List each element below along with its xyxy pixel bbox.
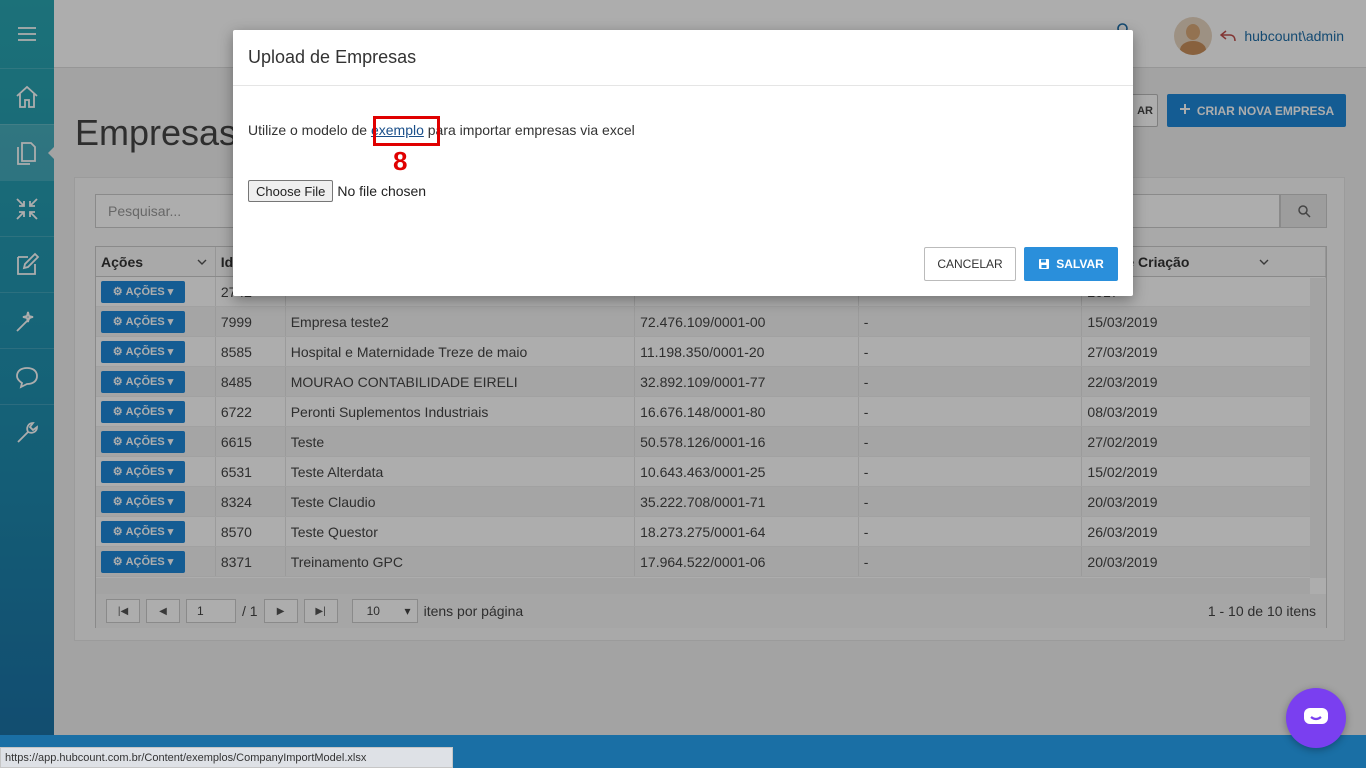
cancel-button[interactable]: CANCELAR <box>924 247 1016 281</box>
file-status: No file chosen <box>337 183 427 199</box>
annotation-step-number: 8 <box>393 146 408 176</box>
modal-title: Upload de Empresas <box>233 30 1133 86</box>
choose-file-button[interactable]: Choose File <box>248 180 334 202</box>
file-input: Choose File No file chosen <box>248 180 426 202</box>
save-label: SALVAR <box>1056 257 1104 271</box>
chat-bubble-icon <box>1304 708 1328 724</box>
floppy-disk-icon <box>1039 259 1050 269</box>
modal-instructions: Utilize o modelo de exemplo para importa… <box>248 122 635 138</box>
annotation-highlight-box <box>373 116 440 146</box>
chat-widget-button[interactable] <box>1286 688 1346 748</box>
upload-modal: Upload de Empresas Utilize o modelo de e… <box>233 30 1133 296</box>
status-bar-url: https://app.hubcount.com.br/Content/exem… <box>0 747 453 768</box>
save-button[interactable]: SALVAR <box>1024 247 1118 281</box>
